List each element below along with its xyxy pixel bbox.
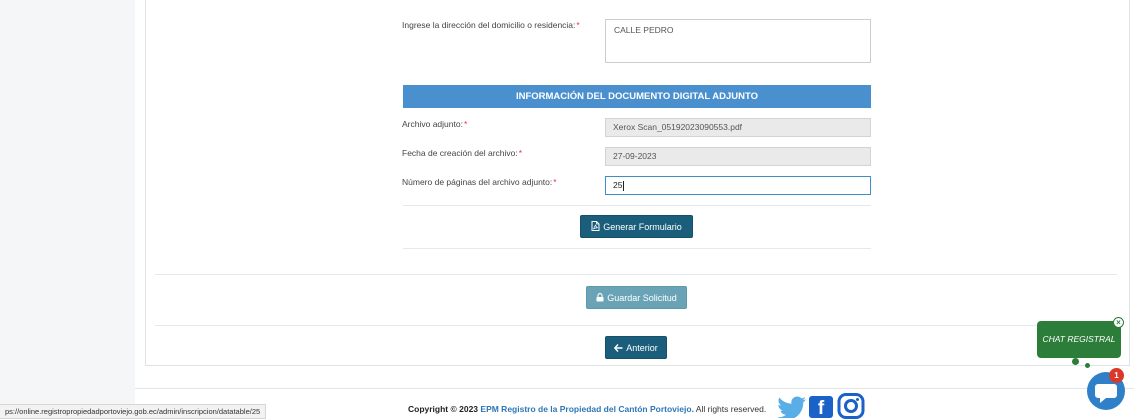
facebook-icon[interactable]: f	[809, 396, 833, 419]
chat-tail-dot	[1085, 363, 1090, 368]
chat-close-icon[interactable]: ×	[1113, 317, 1124, 328]
rights-text: All rights reserved.	[695, 404, 767, 414]
required-mark: *	[518, 148, 523, 158]
attachment-section-header: INFORMACIÓN DEL DOCUMENTO DIGITAL ADJUNT…	[403, 85, 871, 108]
divider	[403, 248, 871, 249]
pdf-file-icon	[591, 217, 600, 240]
address-label-text: Ingrese la dirección del domicilio o res…	[402, 20, 576, 30]
status-bar-url: ps://online.registropropiedadportoviejo.…	[0, 404, 267, 419]
pages-input[interactable]: 25	[605, 176, 871, 195]
pages-label-text: Número de páginas del archivo adjunto:	[402, 177, 553, 187]
arrow-left-icon	[614, 338, 623, 361]
chat-notification-badge: 1	[1109, 368, 1124, 383]
file-label-text: Archivo adjunto:	[402, 119, 463, 129]
file-input[interactable]: Xerox Scan_05192023090553.pdf	[605, 118, 871, 137]
lock-icon	[596, 288, 604, 311]
text-caret	[623, 180, 625, 191]
required-mark: *	[553, 177, 557, 187]
copyright-text: Copyright © 2023 EPM Registro de la Prop…	[408, 404, 766, 414]
twitter-icon[interactable]	[777, 396, 807, 419]
left-sidebar	[0, 0, 135, 419]
previous-label: Anterior	[626, 343, 658, 353]
date-label: Fecha de creación del archivo:*	[402, 148, 522, 158]
chat-registral-button[interactable]: CHAT REGISTRAL	[1037, 321, 1121, 358]
address-label: Ingrese la dirección del domicilio o res…	[402, 20, 580, 30]
previous-button[interactable]: Anterior	[605, 336, 667, 359]
generate-form-label: Generar Formulario	[603, 222, 682, 232]
generate-form-button[interactable]: Generar Formulario	[580, 215, 693, 238]
copyright-prefix: Copyright © 2023	[408, 404, 479, 414]
pages-input-value: 25	[613, 180, 623, 190]
required-mark: *	[463, 119, 468, 129]
address-textarea[interactable]: CALLE PEDRO	[605, 19, 871, 63]
pages-label: Número de páginas del archivo adjunto:*	[402, 177, 557, 187]
save-request-label: Guardar Solicitud	[607, 293, 677, 303]
divider	[155, 325, 1117, 326]
footer-brand-link[interactable]: EPM Registro de la Propiedad del Cantón …	[480, 404, 693, 414]
divider	[403, 205, 871, 206]
instagram-icon[interactable]	[837, 393, 865, 419]
save-request-button[interactable]: Guardar Solicitud	[586, 286, 687, 309]
date-input[interactable]: 27-09-2023	[605, 147, 871, 166]
date-label-text: Fecha de creación del archivo:	[402, 148, 518, 158]
required-mark: *	[576, 20, 580, 30]
chat-tail-dot	[1072, 358, 1079, 365]
divider	[155, 274, 1117, 275]
file-label: Archivo adjunto:*	[402, 119, 467, 129]
